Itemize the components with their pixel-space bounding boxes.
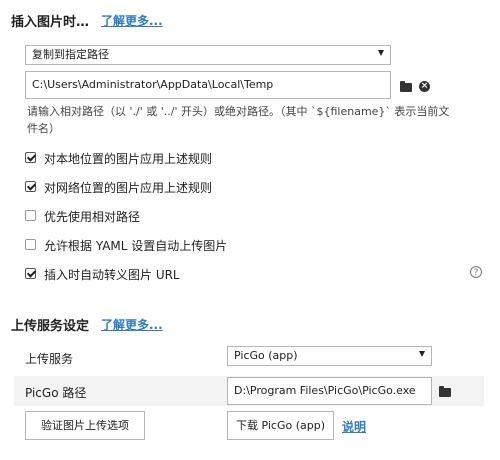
verify-upload-button[interactable]: 验证图片上传选项 — [25, 411, 145, 440]
folder-icon[interactable] — [439, 386, 451, 397]
upload-service-select[interactable]: PicGo (app) — [227, 346, 432, 366]
option-network-images[interactable]: 对网络位置的图片应用上述规则 — [25, 179, 212, 196]
path-hint-text: 请输入相对路径（以 './' 或 '../' 开头）或绝对路径。（其中 `${f… — [27, 103, 477, 137]
image-path-input[interactable]: C:\Users\Administrator\AppData\Local\Tem… — [25, 71, 391, 99]
insert-image-learn-more-link[interactable]: 了解更多... — [101, 12, 163, 29]
option-escape-url-label: 插入时自动转义图片 URL — [44, 268, 180, 282]
path-hint-line2: 件名） — [27, 122, 60, 135]
upload-section-title: 上传服务设定 — [11, 319, 90, 334]
folder-icon[interactable] — [400, 81, 412, 92]
checkbox-local-images[interactable] — [25, 152, 36, 163]
chevron-down-icon — [419, 351, 425, 357]
download-picgo-button[interactable]: 下载 PicGo (app) — [227, 411, 334, 440]
option-local-images[interactable]: 对本地位置的图片应用上述规则 — [25, 150, 212, 167]
upload-service-label: 上传服务 — [25, 352, 74, 366]
path-hint-line1: 请输入相对路径（以 './' 或 '../' 开头）或绝对路径。（其中 `${f… — [27, 105, 450, 118]
option-prefer-relative-label: 优先使用相对路径 — [44, 210, 141, 224]
option-escape-url[interactable]: 插入时自动转义图片 URL — [25, 266, 180, 283]
picgo-path-input[interactable]: D:\Program Files\PicGo\PicGo.exe — [227, 377, 432, 405]
checkbox-network-images[interactable] — [25, 181, 36, 192]
insert-action-select-value: 复制到指定路径 — [32, 48, 109, 61]
chevron-down-icon — [378, 50, 384, 56]
picgo-path-label: PicGo 路径 — [25, 386, 87, 400]
picgo-help-link[interactable]: 说明 — [342, 418, 366, 435]
checkbox-prefer-relative[interactable] — [25, 210, 36, 221]
help-icon[interactable]: ? — [470, 266, 482, 278]
upload-service-select-value: PicGo (app) — [234, 349, 298, 362]
option-local-images-label: 对本地位置的图片应用上述规则 — [44, 152, 213, 166]
checkbox-escape-url[interactable] — [25, 268, 36, 279]
option-network-images-label: 对网络位置的图片应用上述规则 — [44, 181, 213, 195]
checkbox-yaml-upload[interactable] — [25, 239, 36, 250]
option-yaml-upload[interactable]: 允许根据 YAML 设置自动上传图片 — [25, 237, 227, 254]
clear-icon[interactable]: × — [419, 81, 430, 92]
upload-learn-more-link[interactable]: 了解更多... — [101, 316, 163, 333]
insert-action-select[interactable]: 复制到指定路径 — [25, 45, 391, 65]
insert-image-title: 插入图片时… — [11, 15, 90, 30]
option-yaml-upload-label: 允许根据 YAML 设置自动上传图片 — [44, 239, 228, 253]
option-prefer-relative[interactable]: 优先使用相对路径 — [25, 208, 140, 225]
